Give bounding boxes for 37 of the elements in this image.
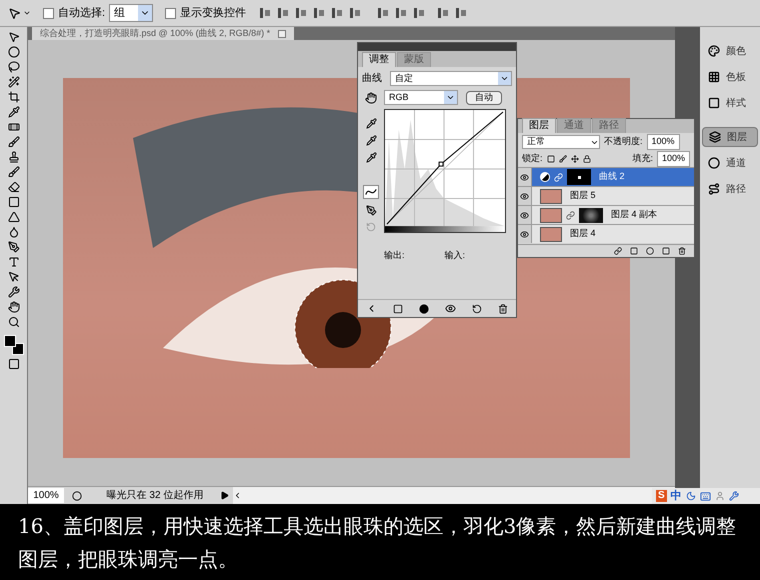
caption-text: 16、盖印图层，用快速选择工具选出眼珠的选区，羽化3像素，然后新建曲线调整图层，把眼珠调亮一点。 <box>18 513 738 573</box>
opacity-field[interactable]: 100% <box>646 134 680 150</box>
dock-item[interactable]: 通道 <box>702 153 758 173</box>
layer-name: 曲线 2 <box>599 170 625 184</box>
checkbox-label: 自动选择: <box>58 6 106 21</box>
opacity-label: 不透明度: <box>604 135 643 148</box>
layer-row[interactable]: 图层 4 副本 <box>518 205 694 224</box>
checkbox-label: 显示变换控件 <box>180 6 246 21</box>
zoom-level[interactable]: 100% <box>28 488 64 503</box>
preset-dropdown[interactable]: 自定 <box>390 71 512 86</box>
layer-name: 图层 4 <box>570 227 596 240</box>
layer-row[interactable]: 图层 4 <box>518 224 694 243</box>
dock-item[interactable]: 路径 <box>702 179 758 199</box>
panel-tab[interactable]: 调整 <box>362 52 396 67</box>
ime-mode[interactable]: 中 <box>670 490 682 502</box>
fill-field[interactable]: 100% <box>656 151 690 167</box>
auto-button[interactable]: 自动 <box>466 90 502 104</box>
layer-name: 图层 4 副本 <box>611 208 658 222</box>
target-dropdown[interactable]: 组 <box>109 4 154 22</box>
layer-name: 图层 5 <box>570 189 596 202</box>
status-info: 曝光只在 32 位起作用 <box>106 488 204 503</box>
layer-row[interactable]: 曲线 2 <box>518 167 694 186</box>
output-label: 输出: <box>384 249 405 262</box>
lock-label: 锁定: <box>522 152 543 166</box>
panel-tab[interactable]: 图层 <box>522 118 556 133</box>
dock-item[interactable]: 色板 <box>702 67 758 87</box>
document-tab[interactable]: 综合处理，打造明亮眼睛.psd @ 100% (曲线 2, RGB/8#) * <box>32 27 294 40</box>
input-label: 输入: <box>444 249 466 262</box>
layer-row[interactable]: 图层 5 <box>518 186 694 205</box>
ime-logo[interactable]: S <box>656 490 667 502</box>
panel-title: 曲线 <box>362 72 382 86</box>
dock-item[interactable]: 颜色 <box>702 41 758 61</box>
fill-label: 填充: <box>632 152 653 166</box>
dock-item[interactable]: 样式 <box>702 93 758 113</box>
dock-item[interactable]: 图层 <box>702 127 758 147</box>
channel-dropdown[interactable]: RGB <box>384 90 458 105</box>
blend-mode-dropdown[interactable]: 正常 <box>522 135 600 149</box>
